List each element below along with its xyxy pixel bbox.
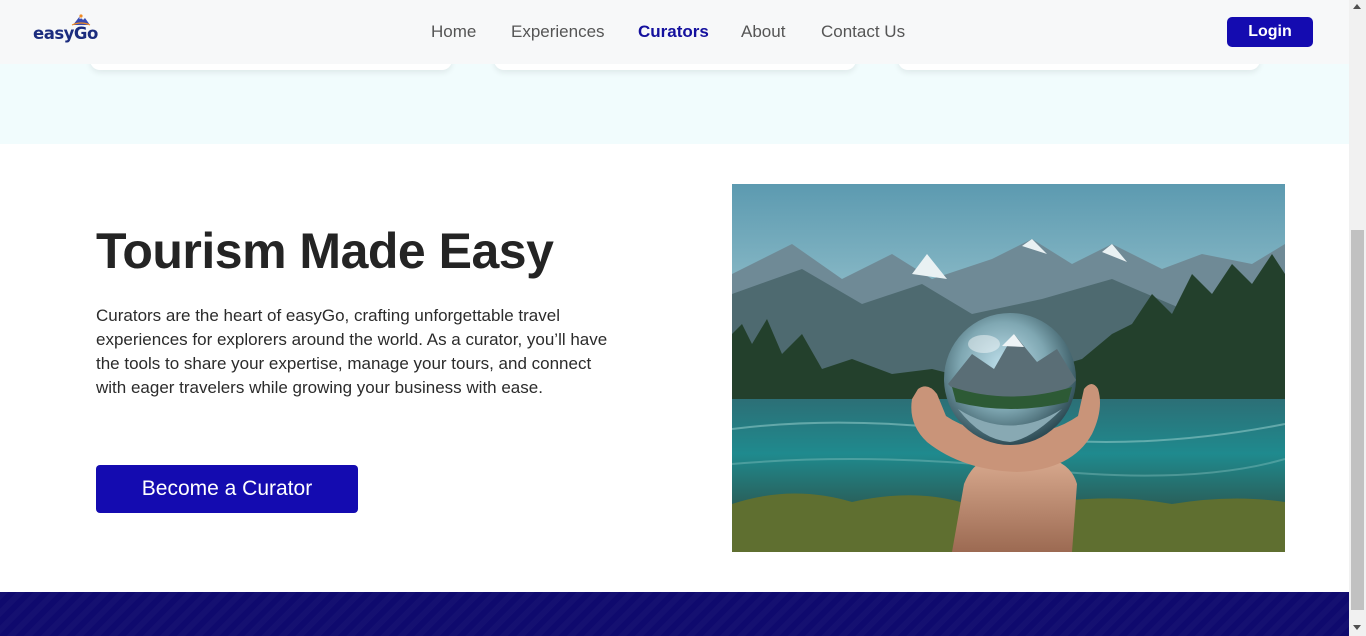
login-button[interactable]: Login [1227,17,1313,47]
scrollbar-thumb[interactable] [1351,230,1364,610]
nav-curators[interactable]: Curators [638,20,709,44]
scroll-down-arrow-icon[interactable] [1353,625,1361,630]
hero-title: Tourism Made Easy [96,223,554,279]
vertical-scrollbar[interactable] [1349,0,1366,636]
become-curator-button[interactable]: Become a Curator [96,465,358,513]
nav-experiences[interactable]: Experiences [511,20,605,44]
footer-band [0,592,1349,636]
site-header: easyGo Home Experiences Curators About C… [0,0,1349,64]
hero-description: Curators are the heart of easyGo, crafti… [96,306,608,397]
hero-lensball-image [732,184,1285,552]
page: easyGo Home Experiences Curators About C… [0,0,1349,636]
lensball-landscape-icon [732,184,1285,552]
nav-home[interactable]: Home [431,20,476,44]
main-nav: Home Experiences Curators About Contact … [0,20,1349,44]
nav-about[interactable]: About [741,20,785,44]
nav-contact-us[interactable]: Contact Us [821,20,905,44]
scroll-up-arrow-icon[interactable] [1353,4,1361,9]
